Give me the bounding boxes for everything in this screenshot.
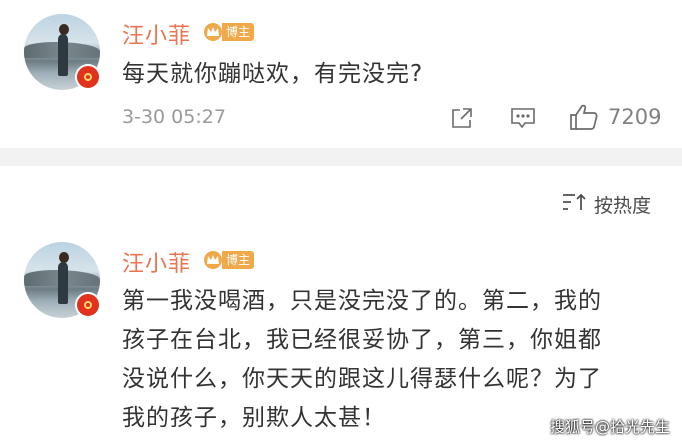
badge-label: 博主	[222, 251, 255, 269]
comment-line: 孩子在台北，我已经很妥协了，第三，你姐都	[122, 327, 602, 353]
sort-label: 按热度	[594, 195, 652, 217]
like-icon[interactable]	[569, 103, 599, 131]
sort-by-hot-button[interactable]: 按热度	[562, 191, 651, 218]
badge-label: 博主	[222, 23, 255, 41]
verified-icon	[75, 64, 101, 90]
watermark: 搜狐号@拾光先生	[549, 418, 670, 436]
verified-icon	[75, 292, 101, 318]
share-icon[interactable]	[450, 106, 474, 130]
comment-text: 每天就你蹦哒欢，有完没完?	[122, 61, 424, 87]
crown-icon	[202, 22, 224, 42]
comment-line: 没说什么，你天天的跟这儿得瑟什么呢？为了	[122, 366, 602, 392]
comment-icon[interactable]	[510, 106, 536, 130]
like-count: 7209	[608, 105, 662, 129]
username[interactable]: 汪小菲	[122, 18, 191, 50]
blogger-badge: 博主	[202, 22, 255, 42]
crown-icon	[202, 250, 224, 270]
comment-text: 第一我没喝酒，只是没完没了的。第二，我的 孩子在台北，我已经很妥协了，第三，你姐…	[122, 282, 667, 438]
sort-icon	[562, 192, 588, 217]
comment-line: 第一我没喝酒，只是没完没了的。第二，我的	[122, 288, 602, 314]
section-divider	[0, 148, 682, 166]
comment-time: 3-30 05:27	[122, 106, 226, 128]
username[interactable]: 汪小菲	[122, 246, 191, 278]
blogger-badge: 博主	[202, 250, 255, 270]
